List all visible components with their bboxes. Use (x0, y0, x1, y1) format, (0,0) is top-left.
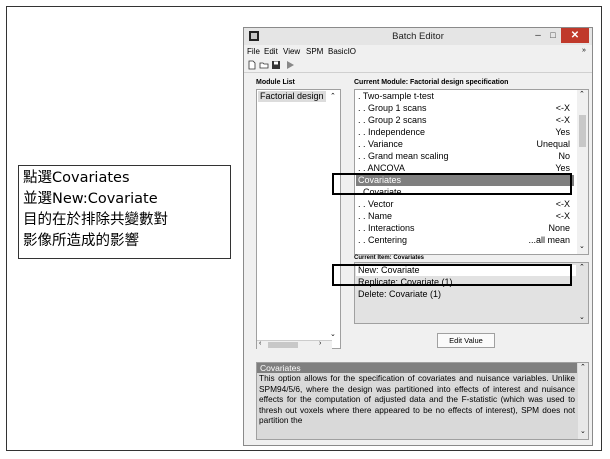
title-bar[interactable]: Batch Editor – □ ✕ (244, 28, 592, 45)
instruction-caption: 點選Covariates 並選New:Covariate 目的在於排除共變數對 … (18, 165, 231, 259)
caption-line: 並選New:Covariate (23, 191, 158, 207)
module-row[interactable]: . . Group 2 scans <-X (356, 115, 574, 126)
module-row[interactable]: . . Centering ...all mean (356, 235, 574, 246)
help-text: This option allows for the specification… (259, 373, 575, 425)
scroll-up-icon[interactable]: ⌃ (579, 90, 585, 98)
close-button[interactable]: ✕ (561, 28, 589, 43)
current-item-label: Current Item: Covariates (354, 255, 425, 261)
module-row[interactable]: . . Vector <-X (356, 199, 574, 210)
module-list[interactable]: Factorial design ⌃ ⌄ (256, 89, 341, 349)
module-row[interactable]: . . Name <-X (356, 211, 574, 222)
batch-editor-window: Batch Editor – □ ✕ File Edit View SPM Ba… (243, 27, 593, 446)
module-list-label: Module List (256, 79, 295, 86)
scroll-down-icon[interactable]: ⌄ (580, 427, 586, 435)
save-icon[interactable] (271, 60, 281, 70)
scroll-down-icon[interactable]: ⌄ (330, 330, 336, 338)
module-row[interactable]: . . Grand mean scaling No (356, 151, 574, 162)
scroll-thumb[interactable] (268, 342, 298, 348)
scroll-up-icon[interactable]: ⌃ (579, 263, 585, 271)
caption-line: 點選Covariates (23, 170, 130, 186)
scroll-right-icon[interactable]: › (319, 340, 321, 347)
module-row[interactable]: . . Variance Unequal (356, 139, 574, 150)
caption-line: 影像所造成的影響 (23, 233, 139, 249)
toolbar (244, 58, 592, 73)
module-row[interactable]: . . Independence Yes (356, 127, 574, 138)
help-title: Covariates (257, 363, 577, 373)
current-module-label: Current Module: Factorial design specifi… (354, 79, 509, 86)
scroll-up-icon[interactable]: ⌃ (580, 363, 586, 371)
edit-value-button[interactable]: Edit Value (437, 333, 495, 348)
menu-basicio[interactable]: BasicIO (328, 47, 356, 56)
run-icon[interactable] (285, 60, 295, 70)
item-delete-covariate[interactable]: Delete: Covariate (1) (356, 289, 576, 300)
menu-edit[interactable]: Edit (264, 47, 278, 56)
menu-file[interactable]: File (247, 47, 260, 56)
new-file-icon[interactable] (247, 60, 257, 70)
menu-view[interactable]: View (283, 47, 300, 56)
caption-line: 目的在於排除共變數對 (23, 212, 168, 228)
module-row[interactable]: . . Interactions None (356, 223, 574, 234)
help-panel: Covariates This option allows for the sp… (256, 362, 589, 440)
module-item-factorial-design[interactable]: Factorial design (258, 91, 326, 102)
item-vscroll[interactable]: ⌃ ⌄ (577, 263, 588, 323)
menu-spm[interactable]: SPM (306, 47, 323, 56)
scroll-down-icon[interactable]: ⌄ (579, 242, 585, 250)
module-vscroll[interactable]: ⌃ ⌄ (577, 90, 588, 254)
scroll-down-icon[interactable]: ⌄ (579, 313, 585, 321)
module-list-hscroll[interactable]: ‹ › (257, 340, 332, 350)
maximize-button[interactable]: □ (546, 28, 560, 43)
module-row[interactable]: . . Group 1 scans <-X (356, 103, 574, 114)
open-folder-icon[interactable] (259, 60, 269, 70)
menu-overflow-icon[interactable]: » (582, 47, 586, 54)
minimize-button[interactable]: – (531, 28, 545, 43)
scroll-up-icon[interactable]: ⌃ (330, 92, 336, 100)
menu-bar: File Edit View SPM BasicIO » (244, 46, 592, 58)
help-vscroll[interactable]: ⌃ ⌄ (578, 363, 588, 439)
covariates-highlight-box (332, 173, 572, 195)
current-module-list[interactable]: . Two-sample t-test . . Group 1 scans <-X… (354, 89, 589, 255)
new-covariate-highlight-box (332, 264, 572, 286)
scroll-left-icon[interactable]: ‹ (259, 340, 261, 347)
scroll-thumb[interactable] (579, 115, 586, 147)
module-row[interactable]: . Two-sample t-test (356, 91, 574, 102)
